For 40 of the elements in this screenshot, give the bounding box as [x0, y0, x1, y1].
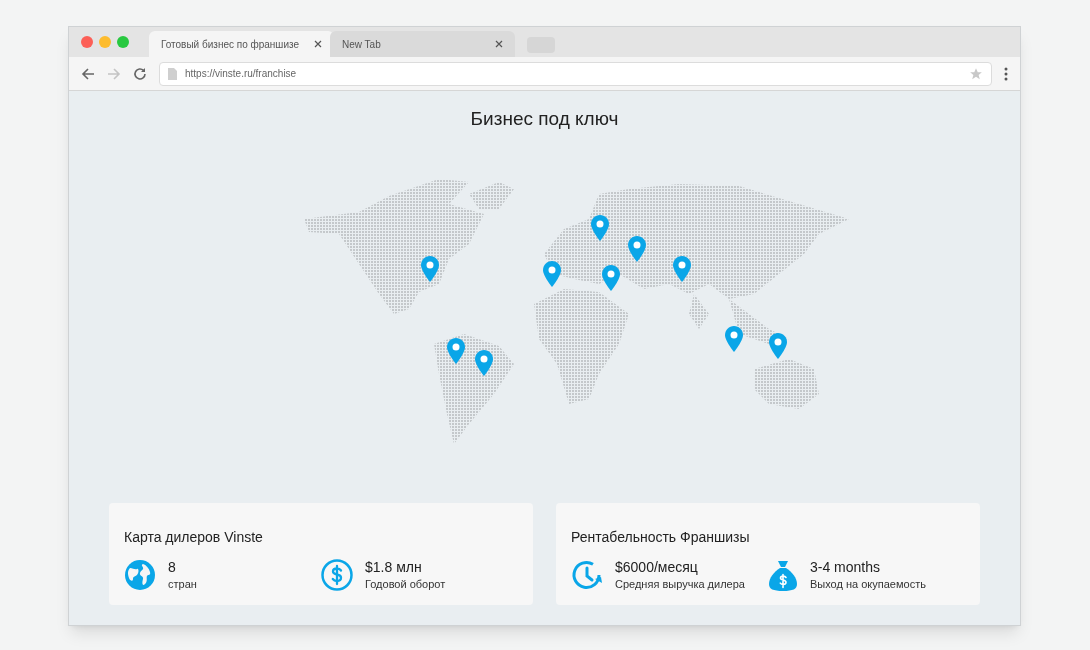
- forward-icon[interactable]: [107, 66, 121, 81]
- close-tab-icon[interactable]: [495, 40, 503, 48]
- location-pin-icon: [672, 255, 691, 282]
- location-pin-icon: [420, 255, 439, 282]
- browser-tab[interactable]: Готовый бизнес по франшизе: [149, 31, 334, 57]
- money-bag-icon: [768, 558, 798, 591]
- stat-label: Средняя выручка дилера: [615, 576, 745, 592]
- location-pin-icon: [590, 214, 609, 241]
- back-icon[interactable]: [81, 66, 95, 81]
- dollar-icon: [321, 558, 353, 591]
- globe-icon: [124, 558, 156, 591]
- close-tab-icon[interactable]: [314, 40, 322, 48]
- location-pin-icon: [768, 332, 787, 359]
- maximize-window-icon[interactable]: [117, 36, 129, 48]
- star-icon[interactable]: [969, 66, 983, 81]
- stat-value: $6000/месяц: [615, 557, 699, 576]
- location-pin-icon: [724, 325, 743, 352]
- stat-value: $1.8 млн: [365, 557, 423, 576]
- location-pin-icon: [446, 337, 465, 364]
- location-pin-icon: [474, 349, 493, 376]
- location-pin-icon: [627, 235, 646, 262]
- stat-label: Годовой оборот: [365, 576, 446, 592]
- stat-label: стран: [168, 576, 197, 592]
- url-text: https://vinste.ru/franchise: [185, 67, 298, 81]
- clock-icon: [571, 558, 603, 591]
- stat-value: 8: [168, 557, 177, 576]
- card-title: Рентабельность Франшизы: [571, 527, 751, 547]
- address-bar[interactable]: https://vinste.ru/franchise: [159, 61, 992, 86]
- location-pin-icon: [601, 264, 620, 291]
- card-title: Карта дилеров Vinste: [124, 527, 264, 547]
- browser-tab[interactable]: New Tab: [330, 31, 515, 57]
- page-icon: [168, 67, 177, 80]
- close-window-icon[interactable]: [81, 36, 93, 48]
- stat-value: 3-4 months: [810, 557, 882, 576]
- stat-label: Выход на окупаемость: [810, 576, 926, 592]
- page-title: Бизнес под ключ: [470, 107, 619, 131]
- reload-icon[interactable]: [133, 66, 147, 81]
- location-pin-icon: [542, 260, 561, 287]
- minimize-window-icon[interactable]: [99, 36, 111, 48]
- menu-icon[interactable]: [1004, 66, 1008, 81]
